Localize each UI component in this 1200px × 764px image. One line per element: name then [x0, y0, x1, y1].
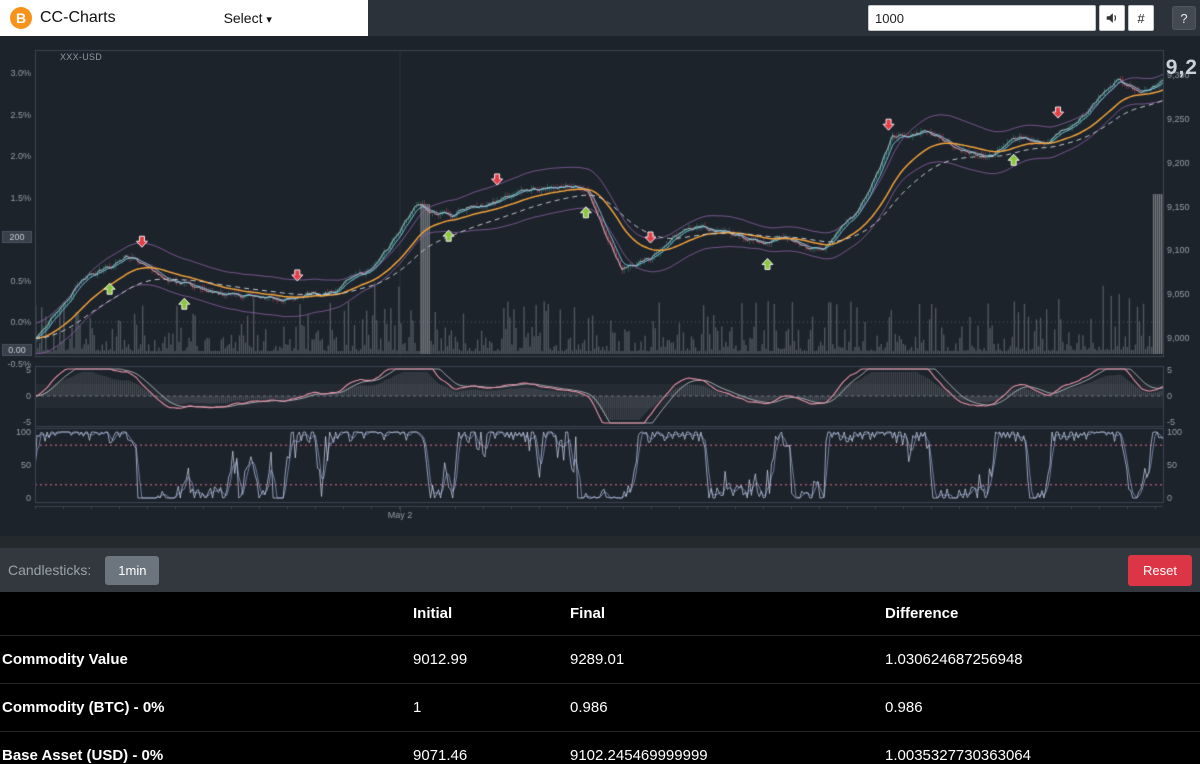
chart-section: XXX-USD 9,2	[0, 36, 1200, 536]
cell-initial: 1	[413, 699, 570, 716]
select-dropdown[interactable]: Select ▾	[224, 10, 272, 26]
cell-label: Commodity Value	[0, 651, 413, 668]
hash-button[interactable]: #	[1128, 5, 1154, 31]
header-cell: Difference	[885, 605, 1200, 622]
header-cell: Final	[570, 605, 885, 622]
navbar-controls: # ?	[868, 0, 1200, 36]
cell-final: 0.986	[570, 699, 885, 716]
symbol-label: XXX-USD	[60, 52, 102, 62]
header-cell: Initial	[413, 605, 570, 622]
speaker-icon	[1105, 11, 1119, 25]
brand-title: CC-Charts	[40, 9, 116, 27]
cell-initial: 9071.46	[413, 747, 570, 764]
navbar: B CC-Charts Select ▾ # ?	[0, 0, 1200, 36]
sound-button[interactable]	[1099, 5, 1125, 31]
table-row: Commodity Value9012.999289.011.030624687…	[0, 636, 1200, 684]
cell-final: 9102.245469999999	[570, 747, 885, 764]
cell-difference: 1.030624687256948	[885, 651, 1200, 668]
price-chart-canvas[interactable]	[0, 36, 1200, 536]
bitcoin-icon: B	[10, 7, 32, 29]
amount-input[interactable]	[868, 5, 1096, 31]
interval-button[interactable]: 1min	[105, 556, 159, 585]
app-root: B CC-Charts Select ▾ # ? XXX-USD 9,2 Can…	[0, 0, 1200, 764]
cell-final: 9289.01	[570, 651, 885, 668]
results-table: InitialFinalDifferenceCommodity Value901…	[0, 592, 1200, 764]
chevron-down-icon: ▾	[266, 14, 272, 26]
reset-button[interactable]: Reset	[1128, 555, 1192, 586]
table-row: Commodity (BTC) - 0%10.9860.986	[0, 684, 1200, 732]
current-price-label: 9,2	[1166, 56, 1198, 80]
section-divider	[0, 536, 1200, 548]
cell-label: Base Asset (USD) - 0%	[0, 747, 413, 764]
candlesticks-label: Candlesticks:	[8, 562, 91, 578]
select-label: Select	[224, 10, 263, 26]
table-row: Base Asset (USD) - 0%9071.469102.2454699…	[0, 732, 1200, 764]
cell-label: Commodity (BTC) - 0%	[0, 699, 413, 716]
help-button[interactable]: ?	[1172, 6, 1196, 30]
cell-difference: 1.0035327730363064	[885, 747, 1200, 764]
table-header-row: InitialFinalDifference	[0, 592, 1200, 636]
cell-initial: 9012.99	[413, 651, 570, 668]
toolbar: Candlesticks: 1min Reset	[0, 548, 1200, 592]
cell-difference: 0.986	[885, 699, 1200, 716]
navbar-brand-area: B CC-Charts Select ▾	[0, 0, 368, 36]
